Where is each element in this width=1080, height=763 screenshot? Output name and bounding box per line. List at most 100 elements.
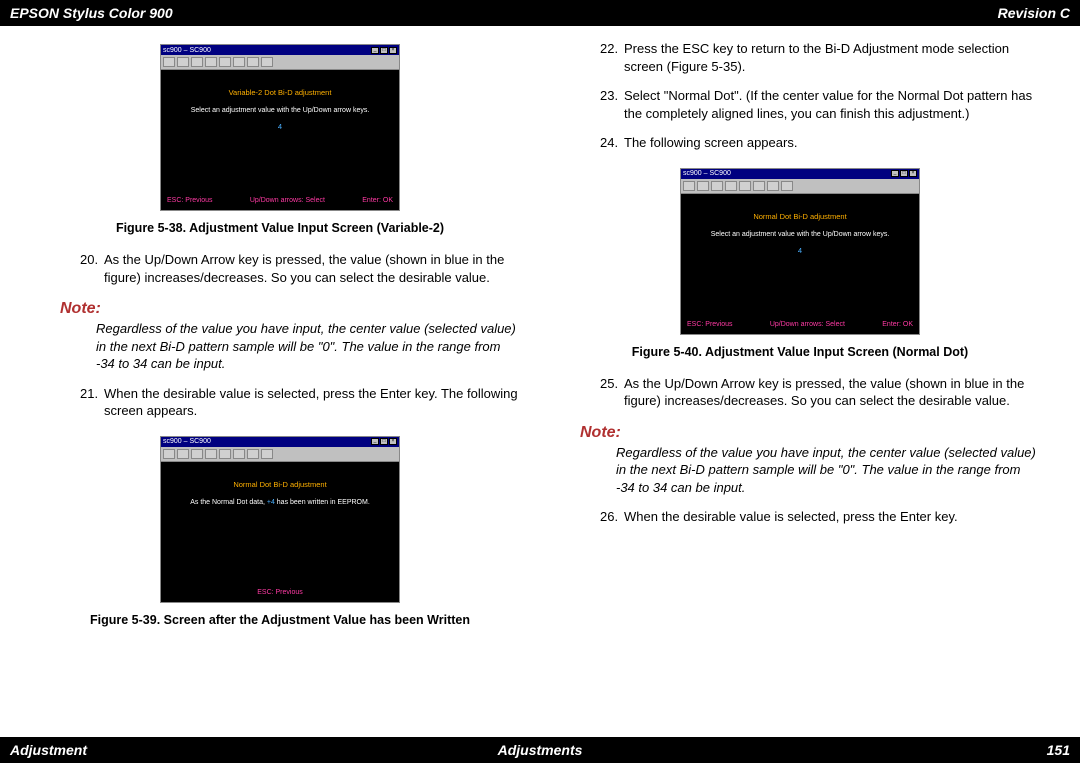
- window-title: sc900 – SC900: [683, 170, 731, 177]
- ss-updown-label: Up/Down arrows: Select: [213, 197, 363, 204]
- toolbar-icon: [191, 57, 203, 67]
- toolbar-icon: [247, 57, 259, 67]
- note-body: Regardless of the value you have input, …: [560, 444, 1040, 505]
- step-text: Press the ESC key to return to the Bi-D …: [624, 40, 1040, 75]
- close-icon: ×: [389, 47, 397, 54]
- toolbar-icon: [163, 57, 175, 67]
- screenshot-body: Normal Dot Bi-D adjustment As the Normal…: [161, 462, 399, 602]
- window-toolbar: [161, 55, 399, 70]
- toolbar-icon: [191, 449, 203, 459]
- toolbar-icon: [247, 449, 259, 459]
- window-control-icons: _ □ ×: [891, 170, 917, 177]
- step-text: The following screen appears.: [624, 134, 797, 152]
- toolbar-icon: [233, 57, 245, 67]
- screenshot-window: sc900 – SC900 _ □ ×: [680, 168, 920, 335]
- step-number: 26.: [600, 508, 624, 526]
- note-body: Regardless of the value you have input, …: [40, 320, 520, 381]
- figure-40-caption: Figure 5-40. Adjustment Value Input Scre…: [560, 345, 1040, 359]
- ss-value: 4: [167, 122, 393, 131]
- footer-left: Adjustment: [10, 742, 87, 758]
- minimize-icon: _: [891, 170, 899, 177]
- header-bar: EPSON Stylus Color 900 Revision C: [0, 0, 1080, 26]
- header-left: EPSON Stylus Color 900: [10, 5, 173, 21]
- step-text: When the desirable value is selected, pr…: [104, 385, 520, 420]
- ss-esc-label: ESC: Previous: [167, 197, 213, 204]
- ss-footer: ESC: Previous Up/Down arrows: Select Ent…: [687, 321, 913, 328]
- maximize-icon: □: [900, 170, 908, 177]
- toolbar-icon: [177, 57, 189, 67]
- toolbar-icon: [739, 181, 751, 191]
- ss-instruction: Select an adjustment value with the Up/D…: [687, 231, 913, 238]
- step-22: 22. Press the ESC key to return to the B…: [560, 40, 1040, 75]
- step-text: Select "Normal Dot". (If the center valu…: [624, 87, 1040, 122]
- window-title: sc900 – SC900: [163, 47, 211, 54]
- step-25: 25. As the Up/Down Arrow key is pressed,…: [560, 375, 1040, 410]
- ss-heading: Normal Dot Bi-D adjustment: [687, 212, 913, 221]
- ss-value: 4: [687, 246, 913, 255]
- toolbar-icon: [767, 181, 779, 191]
- maximize-icon: □: [380, 438, 388, 445]
- figure-5-40: sc900 – SC900 _ □ ×: [560, 168, 1040, 335]
- ss-instruction: Select an adjustment value with the Up/D…: [167, 107, 393, 114]
- toolbar-icon: [177, 449, 189, 459]
- close-icon: ×: [909, 170, 917, 177]
- step-24: 24. The following screen appears.: [560, 134, 1040, 152]
- toolbar-icon: [261, 57, 273, 67]
- left-column: sc900 – SC900 _ □ ×: [40, 36, 520, 639]
- ss-heading: Normal Dot Bi-D adjustment: [167, 480, 393, 489]
- step-number: 20.: [80, 251, 104, 286]
- ss-esc-label: ESC: Previous: [687, 321, 733, 328]
- window-titlebar: sc900 – SC900 _ □ ×: [681, 169, 919, 179]
- footer-bar: Adjustment Adjustments 151: [0, 737, 1080, 763]
- window-control-icons: _ □ ×: [371, 47, 397, 54]
- ss-updown-label: Up/Down arrows: Select: [733, 321, 883, 328]
- step-number: 25.: [600, 375, 624, 410]
- window-toolbar: [161, 447, 399, 462]
- toolbar-icon: [781, 181, 793, 191]
- figure-5-39: sc900 – SC900 _ □ ×: [40, 436, 520, 603]
- ss-instruction: As the Normal Dot data, +4 has been writ…: [167, 499, 393, 506]
- ss-value-inline: +4: [267, 499, 275, 506]
- toolbar-icon: [725, 181, 737, 191]
- toolbar-icon: [753, 181, 765, 191]
- note-label: Note:: [60, 300, 520, 318]
- ss-footer: ESC: Previous Up/Down arrows: Select Ent…: [167, 197, 393, 204]
- figure-38-caption: Figure 5-38. Adjustment Value Input Scre…: [40, 221, 520, 235]
- maximize-icon: □: [380, 47, 388, 54]
- window-toolbar: [681, 179, 919, 194]
- ss-enter-label: Enter: OK: [882, 321, 913, 328]
- step-number: 24.: [600, 134, 624, 152]
- toolbar-icon: [219, 449, 231, 459]
- minimize-icon: _: [371, 47, 379, 54]
- toolbar-icon: [219, 57, 231, 67]
- figure-39-caption: Figure 5-39. Screen after the Adjustment…: [40, 613, 520, 627]
- toolbar-icon: [205, 57, 217, 67]
- step-20: 20. As the Up/Down Arrow key is pressed,…: [40, 251, 520, 286]
- screenshot-body: Variable-2 Dot Bi-D adjustment Select an…: [161, 70, 399, 210]
- step-number: 23.: [600, 87, 624, 122]
- ss-footer: ESC: Previous: [167, 589, 393, 596]
- window-control-icons: _ □ ×: [371, 438, 397, 445]
- right-column: 22. Press the ESC key to return to the B…: [560, 36, 1040, 639]
- note-label: Note:: [580, 424, 1040, 442]
- step-number: 22.: [600, 40, 624, 75]
- toolbar-icon: [697, 181, 709, 191]
- screenshot-window: sc900 – SC900 _ □ ×: [160, 44, 400, 211]
- toolbar-icon: [261, 449, 273, 459]
- toolbar-icon: [205, 449, 217, 459]
- footer-page-number: 151: [1047, 742, 1070, 758]
- step-text: As the Up/Down Arrow key is pressed, the…: [104, 251, 520, 286]
- screenshot-body: Normal Dot Bi-D adjustment Select an adj…: [681, 194, 919, 334]
- page-content: sc900 – SC900 _ □ ×: [0, 26, 1080, 679]
- window-titlebar: sc900 – SC900 _ □ ×: [161, 437, 399, 447]
- step-23: 23. Select "Normal Dot". (If the center …: [560, 87, 1040, 122]
- window-title: sc900 – SC900: [163, 438, 211, 445]
- close-icon: ×: [389, 438, 397, 445]
- ss-enter-label: Enter: OK: [362, 197, 393, 204]
- toolbar-icon: [233, 449, 245, 459]
- minimize-icon: _: [371, 438, 379, 445]
- text-post: has been written in EEPROM.: [275, 499, 370, 506]
- header-right: Revision C: [998, 5, 1070, 21]
- text-pre: As the Normal Dot data,: [190, 499, 267, 506]
- toolbar-icon: [711, 181, 723, 191]
